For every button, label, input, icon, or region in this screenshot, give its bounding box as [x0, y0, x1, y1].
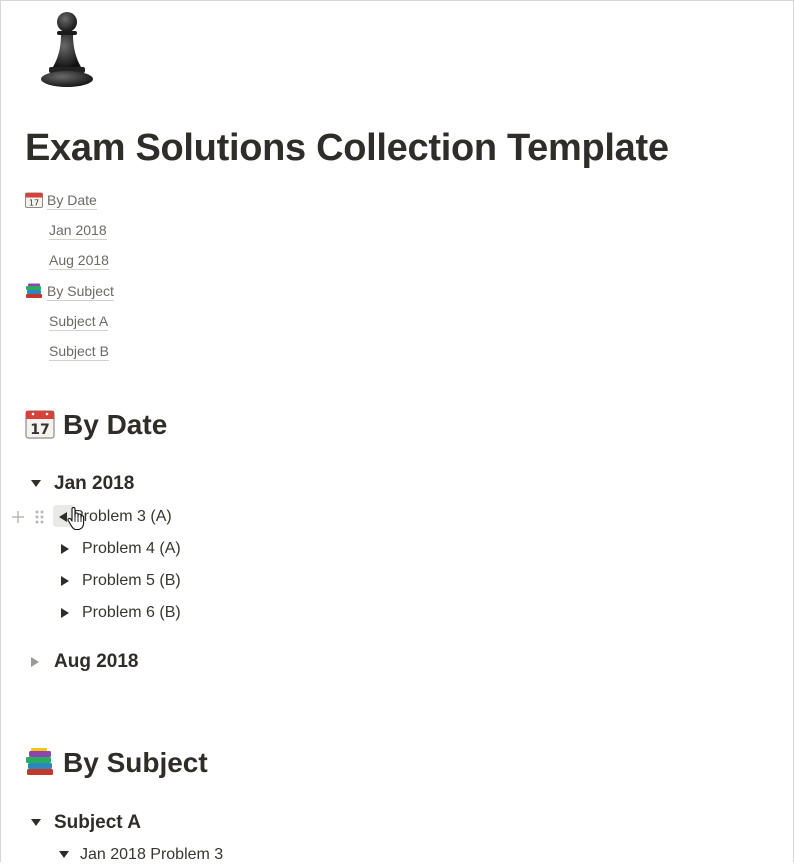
- drag-handle-icon[interactable]: [35, 510, 44, 524]
- calendar-icon: 17: [25, 192, 43, 208]
- toggle-label: Jan 2018: [54, 473, 135, 494]
- toc-label: Subject B: [49, 343, 109, 361]
- heading-by-date[interactable]: 17 By Date: [25, 409, 167, 441]
- toggle-collapsed-icon[interactable]: [61, 543, 69, 554]
- toc-item-by-date[interactable]: 17 By Date: [25, 192, 97, 210]
- toggle-aug-2018[interactable]: Aug 2018: [31, 651, 138, 673]
- heading-by-subject[interactable]: By Subject: [25, 747, 208, 779]
- toggle-label: Jan 2018 Problem 3: [80, 846, 224, 863]
- toggle-expanded-icon[interactable]: [31, 480, 41, 488]
- toggle-label: Aug 2018: [54, 651, 139, 672]
- heading-text: By Date: [63, 409, 168, 440]
- toggle-problem-6[interactable]: Problem 6 (B): [61, 604, 181, 622]
- toggle-label: Problem 3 (A): [73, 508, 172, 525]
- toc-item-jan-2018[interactable]: Jan 2018: [49, 222, 107, 240]
- toc-label: Jan 2018: [49, 222, 107, 240]
- chess-pawn-icon[interactable]: [37, 9, 97, 89]
- page-title[interactable]: Exam Solutions Collection Template: [25, 127, 669, 170]
- toggle-label: Subject A: [54, 812, 141, 833]
- toggle-expanded-icon[interactable]: [31, 819, 41, 827]
- heading-text: By Subject: [63, 747, 208, 778]
- toggle-label: Problem 4 (A): [82, 540, 181, 557]
- books-icon: [26, 283, 42, 298]
- toggle-collapsed-icon[interactable]: [59, 511, 67, 522]
- toggle-jan-2018[interactable]: Jan 2018: [31, 473, 134, 495]
- calendar-icon: 17: [25, 410, 55, 439]
- toc-item-aug-2018[interactable]: Aug 2018: [49, 252, 109, 270]
- toggle-expanded-icon[interactable]: [59, 851, 69, 859]
- toc-label: By Subject: [47, 283, 114, 301]
- toggle-jan-2018-problem-3[interactable]: Jan 2018 Problem 3: [59, 846, 223, 864]
- toc-label: Subject A: [49, 313, 109, 331]
- toc-label: Aug 2018: [49, 252, 109, 270]
- toc-label: By Date: [47, 192, 97, 210]
- toc-item-subject-b[interactable]: Subject B: [49, 343, 109, 361]
- toggle-problem-4[interactable]: Problem 4 (A): [61, 540, 181, 558]
- books-icon: [26, 748, 53, 775]
- hand-pointer-icon: [67, 507, 85, 531]
- toggle-problem-5[interactable]: Problem 5 (B): [61, 572, 181, 590]
- toc-item-subject-a[interactable]: Subject A: [49, 313, 109, 331]
- block-handles: [12, 510, 44, 524]
- toggle-label: Problem 5 (B): [82, 572, 181, 589]
- svg-text:17: 17: [30, 422, 49, 438]
- toggle-subject-a[interactable]: Subject A: [31, 812, 141, 834]
- svg-text:17: 17: [29, 199, 39, 208]
- toggle-label: Problem 6 (B): [82, 604, 181, 621]
- toggle-collapsed-icon[interactable]: [31, 656, 39, 667]
- toc-item-by-subject[interactable]: By Subject: [25, 283, 114, 301]
- toggle-collapsed-icon[interactable]: [61, 575, 69, 586]
- add-block-icon[interactable]: [12, 511, 24, 523]
- toggle-collapsed-icon[interactable]: [61, 607, 69, 618]
